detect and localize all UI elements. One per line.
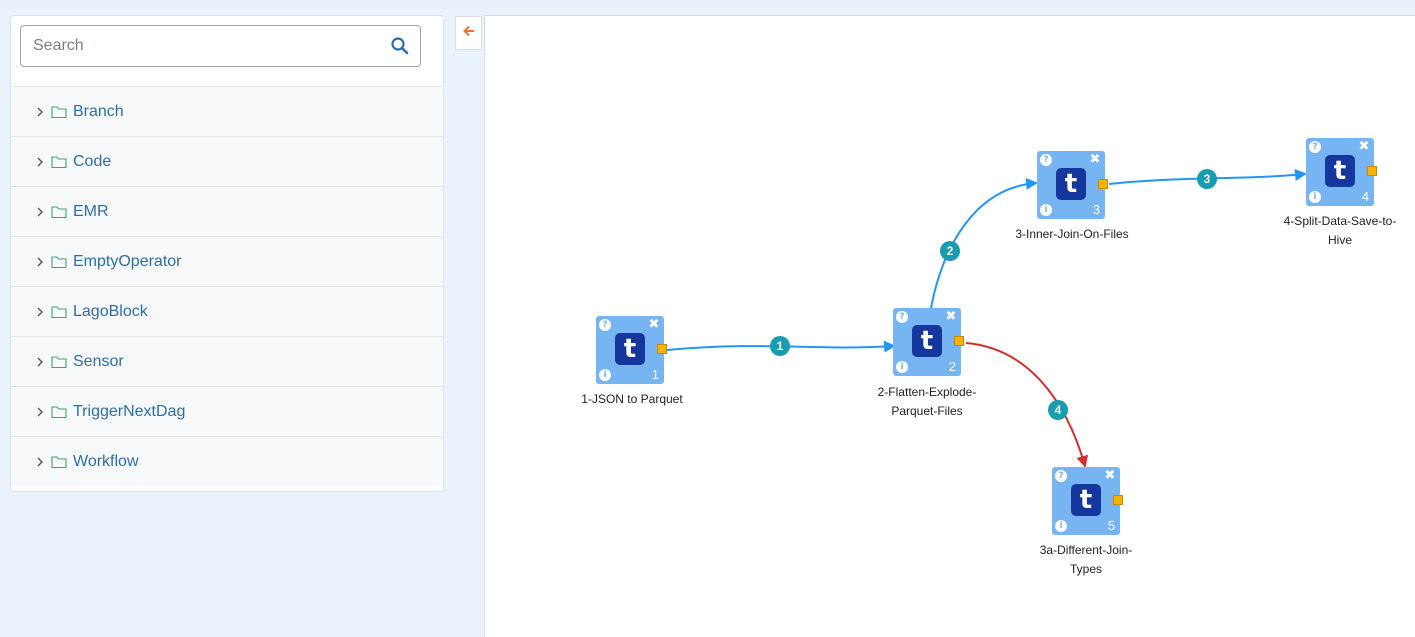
- output-port[interactable]: [1367, 166, 1377, 176]
- node-label: 2-Flatten-Explode-Parquet-Files: [877, 385, 977, 418]
- dag-canvas[interactable]: 1 2 3 4 ? ✖ t i 1 1-JSON to Parquet ? ✖ …: [484, 15, 1415, 637]
- t-logo-icon: t: [615, 333, 645, 365]
- tree-item-label: EMR: [73, 202, 109, 220]
- close-icon[interactable]: ✖: [1358, 140, 1370, 153]
- folder-icon: [51, 105, 67, 119]
- top-strip: [0, 0, 1415, 8]
- tree-item-label: Sensor: [73, 352, 124, 370]
- tree-item-label: Branch: [73, 102, 124, 120]
- operator-tree: Branch Code EMR EmptyOperator LagoBlock …: [11, 86, 443, 486]
- close-icon[interactable]: ✖: [1089, 153, 1101, 166]
- node-number: 2: [948, 359, 956, 374]
- tree-item-sensor[interactable]: Sensor: [11, 336, 443, 386]
- edge-badge[interactable]: 2: [940, 241, 960, 261]
- folder-icon: [51, 355, 67, 369]
- dag-node-5[interactable]: ? ✖ t i 5: [1052, 467, 1123, 535]
- info-icon[interactable]: i: [599, 369, 611, 381]
- tree-item-label: Code: [73, 152, 112, 170]
- chevron-right-icon: [35, 455, 45, 469]
- info-icon[interactable]: i: [1309, 191, 1321, 203]
- tree-item-emr[interactable]: EMR: [11, 186, 443, 236]
- folder-icon: [51, 255, 67, 269]
- node-label: 1-JSON to Parquet: [581, 392, 683, 406]
- folder-icon: [51, 455, 67, 469]
- chevron-right-icon: [35, 255, 45, 269]
- folder-icon: [51, 405, 67, 419]
- t-logo-icon: t: [1325, 155, 1355, 187]
- output-port[interactable]: [657, 344, 667, 354]
- edge-badge[interactable]: 4: [1048, 400, 1068, 420]
- output-port[interactable]: [954, 336, 964, 346]
- help-icon[interactable]: ?: [1055, 470, 1067, 482]
- chevron-right-icon: [35, 355, 45, 369]
- search-box: [20, 25, 421, 67]
- t-logo-icon: t: [1056, 168, 1086, 200]
- folder-icon: [51, 205, 67, 219]
- close-icon[interactable]: ✖: [945, 310, 957, 323]
- arrow-left-icon: [462, 24, 476, 43]
- node-label: 3-Inner-Join-On-Files: [1015, 227, 1129, 241]
- chevron-right-icon: [35, 305, 45, 319]
- node-number: 3: [1092, 202, 1100, 217]
- edge-badge[interactable]: 1: [770, 336, 790, 356]
- chevron-right-icon: [35, 105, 45, 119]
- help-icon[interactable]: ?: [1309, 141, 1321, 153]
- dag-node-3[interactable]: ? ✖ t i 3: [1037, 151, 1108, 219]
- folder-icon: [51, 305, 67, 319]
- chevron-right-icon: [35, 405, 45, 419]
- node-label: 4-Split-Data-Save-to-Hive: [1283, 214, 1397, 247]
- output-port[interactable]: [1113, 495, 1123, 505]
- tree-item-label: TriggerNextDag: [73, 402, 186, 420]
- search-icon[interactable]: [390, 36, 410, 56]
- collapse-sidebar-button[interactable]: [455, 16, 482, 50]
- info-icon[interactable]: i: [896, 361, 908, 373]
- dag-node-1[interactable]: ? ✖ t i 1: [596, 316, 667, 384]
- tree-item-branch[interactable]: Branch: [11, 86, 443, 136]
- dag-node-4[interactable]: ? ✖ t i 4: [1306, 138, 1377, 206]
- tree-item-label: LagoBlock: [73, 302, 148, 320]
- node-label: 3a-Different-Join-Types: [1039, 543, 1133, 576]
- tree-item-workflow[interactable]: Workflow: [11, 436, 443, 486]
- chevron-right-icon: [35, 155, 45, 169]
- search-input[interactable]: [21, 26, 381, 66]
- info-icon[interactable]: i: [1055, 520, 1067, 532]
- help-icon[interactable]: ?: [599, 319, 611, 331]
- tree-item-lagoblock[interactable]: LagoBlock: [11, 286, 443, 336]
- operator-sidebar: Branch Code EMR EmptyOperator LagoBlock …: [10, 15, 444, 492]
- tree-item-label: Workflow: [73, 452, 139, 470]
- info-icon[interactable]: i: [1040, 204, 1052, 216]
- close-icon[interactable]: ✖: [1104, 469, 1116, 482]
- output-port[interactable]: [1098, 179, 1108, 189]
- tree-item-triggernextdag[interactable]: TriggerNextDag: [11, 386, 443, 436]
- close-icon[interactable]: ✖: [648, 318, 660, 331]
- chevron-right-icon: [35, 205, 45, 219]
- edge-badge[interactable]: 3: [1197, 169, 1217, 189]
- t-logo-icon: t: [912, 325, 942, 357]
- help-icon[interactable]: ?: [896, 311, 908, 323]
- node-number: 4: [1361, 189, 1369, 204]
- t-logo-icon: t: [1071, 484, 1101, 516]
- node-number: 1: [651, 367, 659, 382]
- tree-item-emptyoperator[interactable]: EmptyOperator: [11, 236, 443, 286]
- tree-item-label: EmptyOperator: [73, 252, 182, 270]
- node-number: 5: [1107, 518, 1115, 533]
- folder-icon: [51, 155, 67, 169]
- tree-item-code[interactable]: Code: [11, 136, 443, 186]
- help-icon[interactable]: ?: [1040, 154, 1052, 166]
- dag-node-2[interactable]: ? ✖ t i 2: [893, 308, 964, 376]
